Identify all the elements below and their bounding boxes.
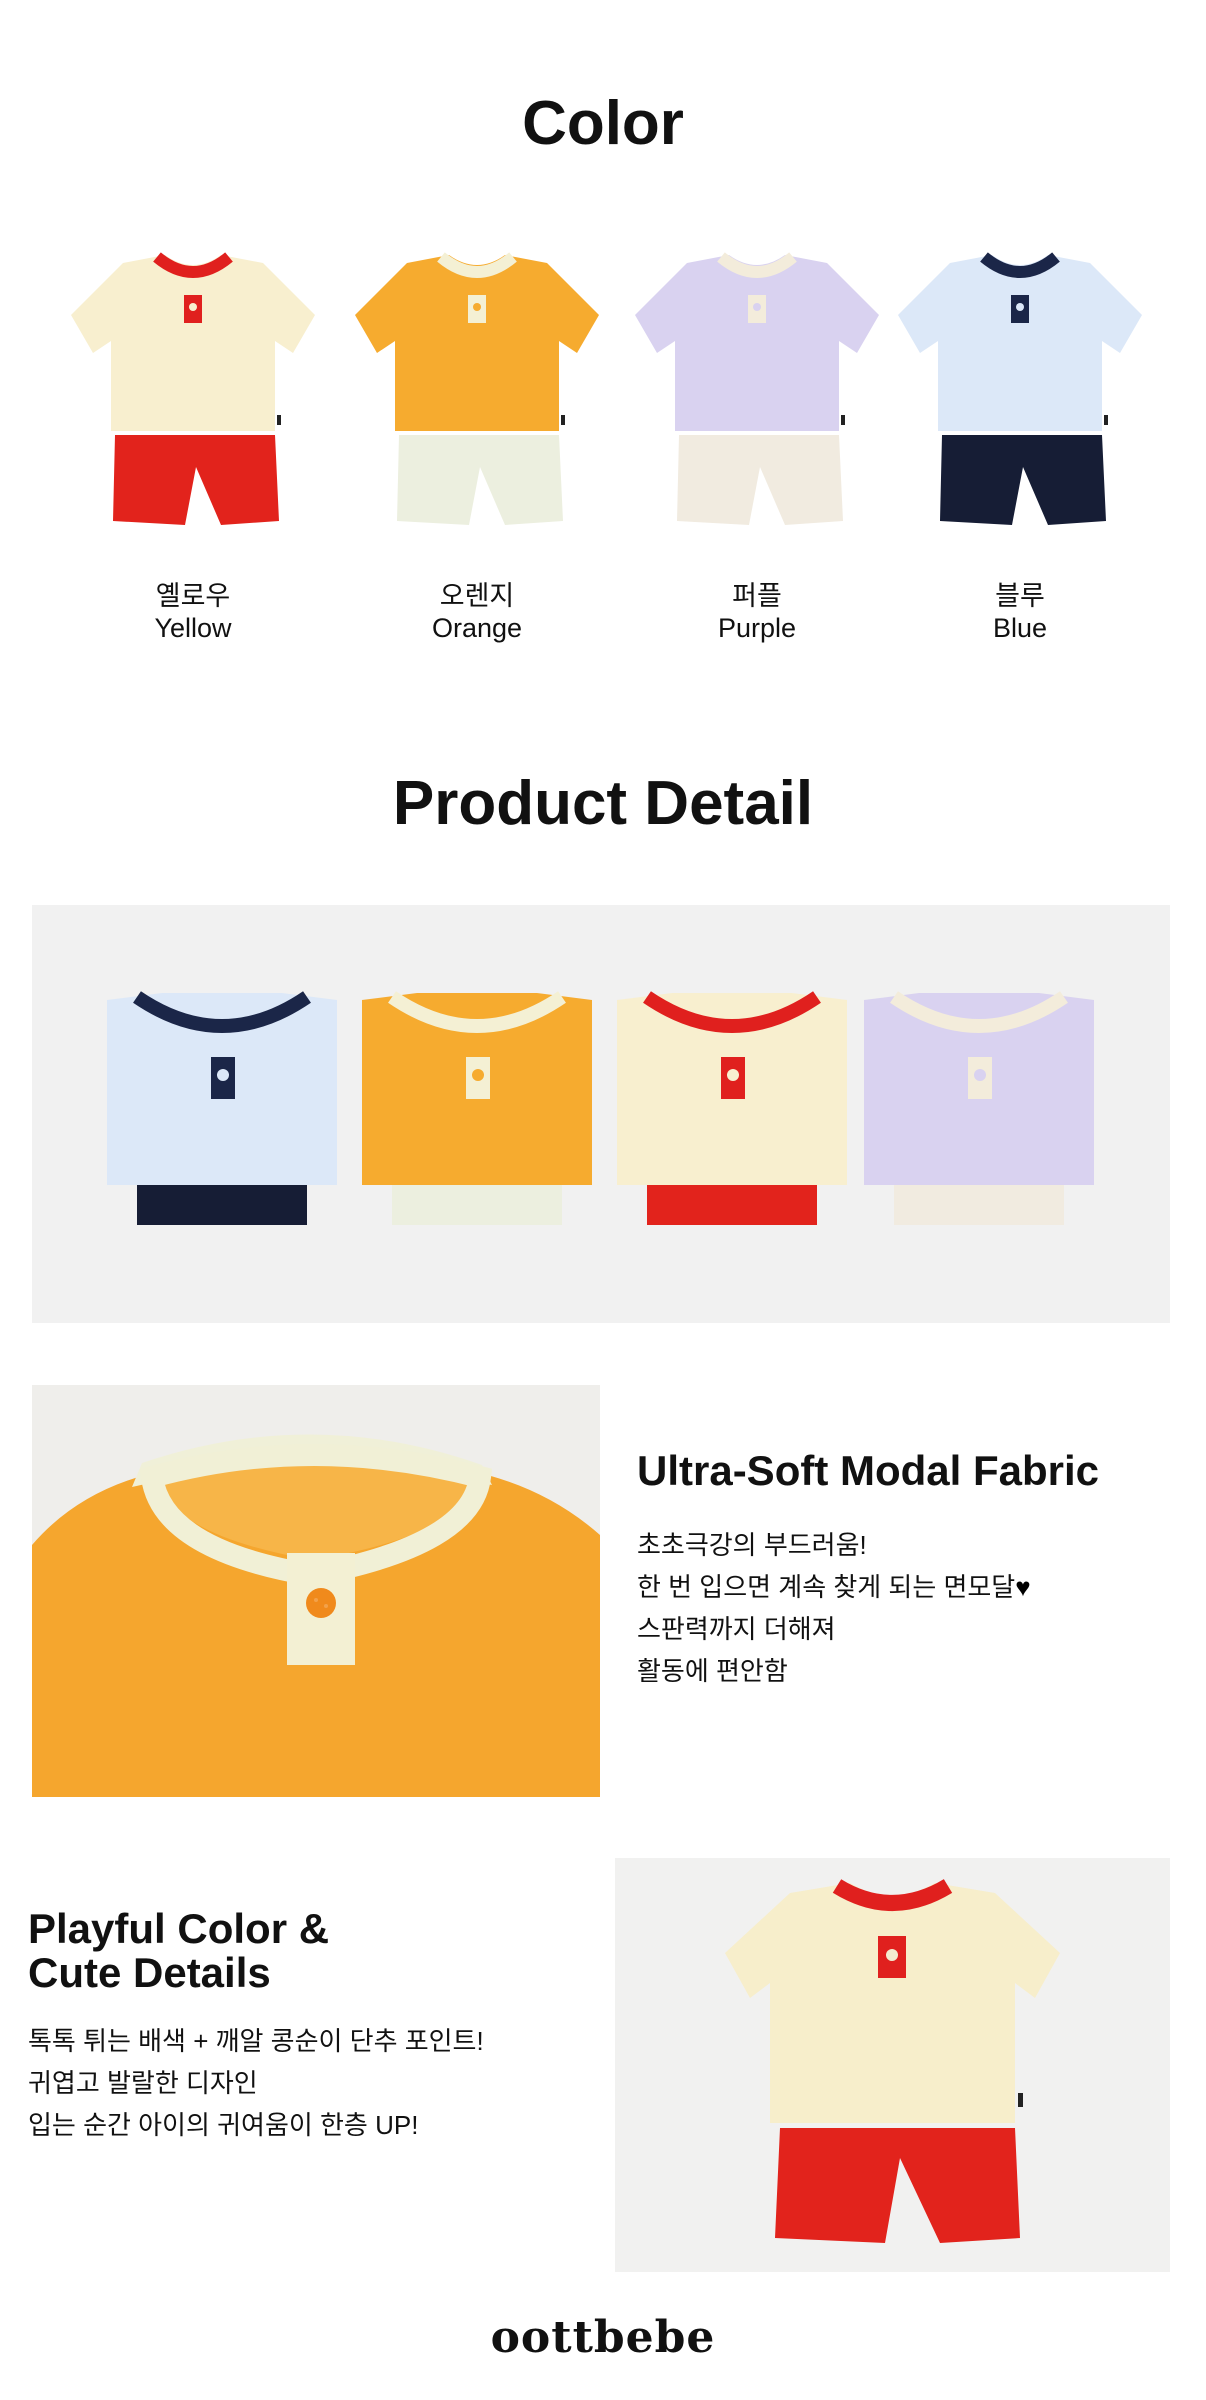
folded-set (617, 991, 847, 1225)
color-swatch-orange (337, 245, 617, 535)
color-caption: 옐로우 Yellow (53, 580, 333, 644)
color-swatch-purple (617, 245, 897, 535)
folded-sets-image (32, 905, 1170, 1323)
feature-fabric-title: Ultra-Soft Modal Fabric (637, 1447, 1100, 1494)
color-name-english: Yellow (154, 613, 232, 643)
yellow-set-image (615, 1858, 1170, 2272)
heart-icon: ♥ (1015, 1572, 1031, 1602)
color-name-korean: 오렌지 (439, 581, 515, 611)
color-name-korean: 퍼플 (732, 581, 782, 611)
feature-color-title-line1: Playful Color & (28, 1905, 330, 1952)
folded-set (864, 991, 1094, 1225)
feature-color-line: 톡톡 튀는 배색 + 깨알 콩순이 단추 포인트! (28, 2026, 484, 2056)
tshirt-set-icon (355, 252, 599, 525)
color-name-english: Orange (431, 613, 523, 643)
brand-logo: oottbebe (490, 2312, 716, 2363)
collar-closeup-image (32, 1385, 600, 1797)
color-name-korean: 옐로우 (155, 581, 231, 611)
feature-color-line: 귀엽고 발랄한 디자인 (28, 2068, 258, 2098)
color-name-korean: 블루 (995, 581, 1045, 611)
color-caption: 블루 Blue (880, 580, 1160, 644)
tshirt-set-icon (71, 252, 315, 525)
folded-set (362, 991, 592, 1225)
color-name-english: Blue (992, 613, 1048, 643)
feature-fabric-text: 한 번 입으면 계속 찾게 되는 면모달 (637, 1572, 1016, 1602)
color-name-english: Purple (717, 613, 797, 643)
color-caption: 오렌지 Orange (337, 580, 617, 644)
feature-fabric-line: 한 번 입으면 계속 찾게 되는 면모달♥ (637, 1566, 1031, 1608)
tshirt-set-icon (898, 252, 1142, 525)
folded-set (107, 991, 337, 1225)
color-swatch-yellow (53, 245, 333, 535)
color-section-title: Color (522, 89, 684, 158)
product-detail-title: Product Detail (392, 769, 814, 838)
feature-fabric-line: 스판력까지 더해져 (637, 1614, 836, 1644)
feature-fabric-line: 활동에 편안함 (637, 1656, 788, 1686)
feature-color-title-line2: Cute Details (28, 1949, 271, 1996)
feature-color-line: 입는 순간 아이의 귀여움이 한층 UP! (28, 2110, 419, 2140)
feature-fabric-line: 초초극강의 부드러움! (637, 1530, 867, 1560)
tshirt-set-icon (635, 252, 879, 525)
color-caption: 퍼플 Purple (617, 580, 897, 644)
color-swatch-blue (880, 245, 1160, 535)
